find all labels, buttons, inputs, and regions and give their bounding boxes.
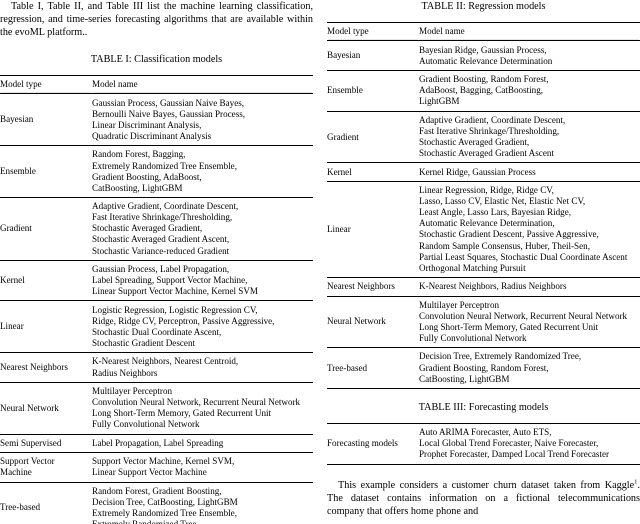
table-row: Bayesian Gaussian Process, Gaussian Naiv… xyxy=(0,93,313,146)
table-row: Bayesian Bayesian Ridge, Gaussian Proces… xyxy=(327,40,640,71)
table2-header-row: Model type Model name xyxy=(327,21,640,41)
table-row: Nearest Neighbors K-Nearest Neighbors, N… xyxy=(0,352,313,383)
row-type: Linear xyxy=(0,300,92,353)
row-type: Gradient xyxy=(327,110,419,163)
table1-col-header-type: Model type xyxy=(0,74,92,94)
table-row: Linear Linear Regression, Ridge, Ridge C… xyxy=(327,180,640,278)
row-type: Linear xyxy=(327,180,419,278)
table-row: Semi Supervised Label Propagation, Label… xyxy=(0,433,313,453)
row-models: Label Propagation, Label Spreading xyxy=(92,433,313,453)
intro-paragraph: Table I, Table II, and Table III list th… xyxy=(0,1,313,38)
table-row: Gradient Adaptive Gradient, Coordinate D… xyxy=(327,110,640,163)
row-models: K-Nearest Neighbors, Nearest Centroid, R… xyxy=(92,352,313,383)
table-row: Tree-based Decision Tree, Extremely Rand… xyxy=(327,347,640,389)
row-models: Random Forest, Bagging, Extremely Random… xyxy=(92,145,313,198)
row-type: Bayesian xyxy=(327,40,419,71)
table-row: Linear Logistic Regression, Logistic Reg… xyxy=(0,300,313,353)
paper-page: Table I, Table II, and Table III list th… xyxy=(0,0,640,524)
table-row: Ensemble Gradient Boosting, Random Fores… xyxy=(327,70,640,112)
table-row: Ensemble Random Forest, Bagging, Extreme… xyxy=(0,145,313,198)
table-row: Support Vector Machine Support Vector Ma… xyxy=(0,452,313,483)
table1-body: Bayesian Gaussian Process, Gaussian Naiv… xyxy=(0,93,313,524)
row-type: Support Vector Machine xyxy=(0,452,92,483)
row-type: Neural Network xyxy=(0,381,92,435)
table2-col-header-name: Model name xyxy=(419,21,640,41)
table-forecasting-models: Forecasting models Auto ARIMA Forecaster… xyxy=(327,422,640,465)
row-models: Kernel Ridge, Gaussian Process xyxy=(419,162,640,182)
table-row: Kernel Gaussian Process, Label Propagati… xyxy=(0,259,313,301)
table-row: Neural Network Multilayer Perceptron Con… xyxy=(0,381,313,435)
row-type: Kernel xyxy=(0,259,92,301)
row-models: Gradient Boosting, Random Forest, AdaBoo… xyxy=(419,70,640,112)
row-type: Gradient xyxy=(0,196,92,261)
row-type: Tree-based xyxy=(0,481,92,524)
table-classification-models: Model type Model name Bayesian Gaussian … xyxy=(0,74,313,524)
table-regression-models: Model type Model name Bayesian Bayesian … xyxy=(327,21,640,389)
table1-header-row: Model type Model name xyxy=(0,74,313,94)
row-models: Adaptive Gradient, Coordinate Descent, F… xyxy=(92,196,313,261)
row-type: Semi Supervised xyxy=(0,433,92,453)
row-models: Linear Regression, Ridge, Ridge CV, Lass… xyxy=(419,180,640,278)
row-models: Multilayer Perceptron Convolution Neural… xyxy=(419,295,640,348)
row-type: Kernel xyxy=(327,162,419,182)
row-models: Multilayer Perceptron Convolution Neural… xyxy=(92,381,313,435)
table2-caption: TABLE II: Regression models xyxy=(421,1,546,12)
row-models: Gaussian Process, Gaussian Naive Bayes, … xyxy=(92,93,313,146)
row-type: Nearest Neighbors xyxy=(0,352,92,383)
table-row: Forecasting models Auto ARIMA Forecaster… xyxy=(327,422,640,465)
table-row: Gradient Adaptive Gradient, Coordinate D… xyxy=(0,196,313,261)
table1-caption: TABLE I: Classification models xyxy=(90,54,223,65)
table2-head: Model type Model name xyxy=(327,21,640,41)
row-type: Neural Network xyxy=(327,295,419,348)
row-models: Auto ARIMA Forecaster, Auto ETS, Local G… xyxy=(419,422,640,465)
table-row: Kernel Kernel Ridge, Gaussian Process xyxy=(327,162,640,182)
row-models: K-Nearest Neighbors, Radius Neighbors xyxy=(419,277,640,296)
left-column: Table I, Table II, and Table III list th… xyxy=(0,0,313,524)
table1-head: Model type Model name xyxy=(0,74,313,94)
table-row: Neural Network Multilayer Perceptron Con… xyxy=(327,295,640,348)
row-models: Decision Tree, Extremely Randomized Tree… xyxy=(419,347,640,389)
table3-body: Forecasting models Auto ARIMA Forecaster… xyxy=(327,422,640,465)
row-models: Gaussian Process, Label Propagation, Lab… xyxy=(92,259,313,301)
row-models: Bayesian Ridge, Gaussian Process, Automa… xyxy=(419,40,640,71)
table2-col-header-type: Model type xyxy=(327,21,419,41)
row-type: Ensemble xyxy=(327,70,419,112)
row-models: Adaptive Gradient, Coordinate Descent, F… xyxy=(419,110,640,163)
table2-body: Bayesian Bayesian Ridge, Gaussian Proces… xyxy=(327,40,640,389)
row-models: Logistic Regression, Logistic Regression… xyxy=(92,300,313,353)
row-type: Forecasting models xyxy=(327,422,419,465)
row-type: Ensemble xyxy=(0,145,92,198)
right-column: TABLE II: Regression models Model type M… xyxy=(327,0,640,524)
table-row: Tree-based Random Forest, Gradient Boost… xyxy=(0,481,313,524)
row-type: Tree-based xyxy=(327,347,419,389)
row-models: Support Vector Machine, Kernel SVM, Line… xyxy=(92,452,313,483)
closing-paragraph: This example considers a customer churn … xyxy=(327,478,640,517)
row-models: Random Forest, Gradient Boosting, Decisi… xyxy=(92,481,313,524)
row-type: Nearest Neighbors xyxy=(327,277,419,296)
row-type: Bayesian xyxy=(0,93,92,146)
table1-col-header-name: Model name xyxy=(92,74,313,94)
table-row: Nearest Neighbors K-Nearest Neighbors, R… xyxy=(327,277,640,296)
table3-caption: TABLE III: Forecasting models xyxy=(418,401,549,413)
